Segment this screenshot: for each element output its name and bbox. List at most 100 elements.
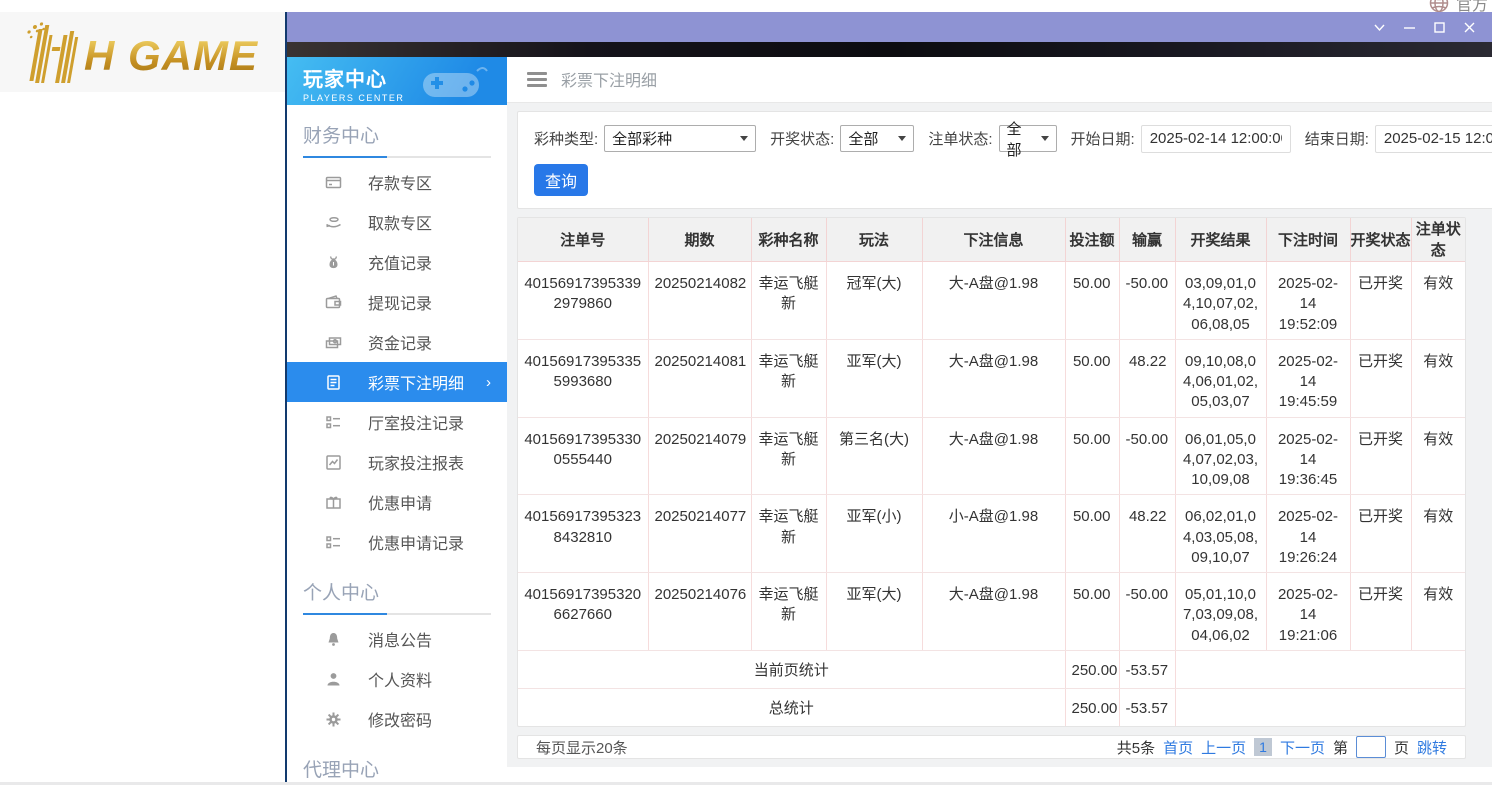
bet-status-select[interactable]: 全部 (999, 125, 1057, 152)
sidebar-item-label: 个人资料 (368, 667, 432, 691)
screen: H GAME 官方 (0, 0, 1492, 785)
sidebar-item-label: 资金记录 (368, 330, 432, 354)
summary-amount: 250.00 (1065, 650, 1119, 688)
banner-strip (287, 42, 1492, 57)
wallet-icon (325, 294, 342, 311)
sidebar-item-player-bet-report[interactable]: 玩家投注报表 (287, 442, 507, 482)
start-date-input[interactable] (1141, 125, 1291, 153)
bet-status-label: 注单状态: (928, 128, 992, 149)
moneybag-icon (325, 254, 342, 271)
draw-status-select[interactable]: 全部 (840, 125, 914, 152)
sidebar-item-notices[interactable]: 消息公告 (287, 619, 507, 659)
sidebar-header: 玩家中心 PLAYERS CENTER (287, 57, 507, 105)
cell-winloss: 48.22 (1119, 339, 1175, 417)
section-rule (303, 156, 491, 158)
chevron-down-icon (1041, 136, 1049, 141)
user-icon (325, 671, 342, 688)
end-date-input[interactable] (1375, 125, 1492, 153)
sidebar-item-label: 优惠申请 (368, 490, 432, 514)
lottery-type-label: 彩种类型: (534, 128, 598, 149)
cell-lottery: 幸运飞艇新 (751, 573, 826, 651)
document-icon (325, 374, 342, 391)
col-result: 开奖结果 (1175, 218, 1266, 262)
cell-period: 20250214082 (648, 262, 751, 340)
sidebar-item-promo-apply-records[interactable]: 优惠申请记录 (287, 522, 507, 562)
sidebar-item-label: 充值记录 (368, 250, 432, 274)
sidebar-section-personal: 个人中心 (287, 562, 507, 613)
filter-panel: 彩种类型: 全部彩种 开奖状态: 全部 注单状态: (517, 111, 1492, 209)
window-minimize-button[interactable] (1394, 16, 1424, 38)
page-suffix: 页 (1394, 737, 1409, 758)
content: 彩种类型: 全部彩种 开奖状态: 全部 注单状态: (507, 103, 1492, 767)
prev-page-link[interactable]: 上一页 (1201, 737, 1246, 758)
cell-amount: 50.00 (1065, 495, 1119, 573)
col-play: 玩法 (826, 218, 922, 262)
sidebar-item-withdraw-zone[interactable]: 取款专区 (287, 202, 507, 242)
sidebar-item-promo-apply[interactable]: 优惠申请 (287, 482, 507, 522)
sidebar-item-change-password[interactable]: 修改密码 (287, 699, 507, 739)
window-titlebar (287, 12, 1492, 42)
cell-time: 2025-02-14 19:21:06 (1266, 573, 1350, 651)
col-winloss: 输赢 (1119, 218, 1175, 262)
cell-draw-status: 已开奖 (1350, 573, 1411, 651)
banknotes-icon (325, 334, 342, 351)
sidebar-item-label: 提现记录 (368, 290, 432, 314)
table-row: 401569173953300555440 20250214079 幸运飞艇新 … (518, 417, 1465, 495)
sidebar-item-hall-bet-records[interactable]: 厅室投注记录 (287, 402, 507, 442)
window-maximize-button[interactable] (1424, 16, 1454, 38)
pagination-bar: 每页显示20条 共5条 首页 上一页 1 下一页 第 页 跳转 (517, 735, 1466, 759)
cell-winloss: 48.22 (1119, 495, 1175, 573)
sidebar-item-recharge-records[interactable]: 充值记录 (287, 242, 507, 282)
cell-period: 20250214081 (648, 339, 751, 417)
cell-amount: 50.00 (1065, 339, 1119, 417)
sidebar-item-lottery-bet-details[interactable]: 彩票下注明细 › (287, 362, 507, 402)
cell-result: 03,09,01,04,10,07,02,06,08,05 (1175, 262, 1266, 340)
first-page-link[interactable]: 首页 (1163, 737, 1193, 758)
cell-play: 亚军(大) (826, 339, 922, 417)
table-row: 401569173953206627660 20250214076 幸运飞艇新 … (518, 573, 1465, 651)
sidebar-item-deposit-zone[interactable]: 存款专区 (287, 162, 507, 202)
cell-bet-status: 有效 (1411, 495, 1465, 573)
cell-bet-info: 小-A盘@1.98 (922, 495, 1065, 573)
summary-empty (1175, 650, 1465, 688)
sidebar-section-finance: 财务中心 (287, 105, 507, 156)
window-close-button[interactable] (1454, 16, 1484, 38)
page-jump-input[interactable] (1356, 736, 1386, 758)
next-page-link[interactable]: 下一页 (1280, 737, 1325, 758)
cell-bet-status: 有效 (1411, 417, 1465, 495)
sidebar-item-profile[interactable]: 个人资料 (287, 659, 507, 699)
chevron-right-icon: › (486, 374, 491, 391)
logo-band: H GAME (0, 12, 285, 92)
query-button[interactable]: 查询 (534, 164, 588, 196)
list-icon (325, 534, 342, 551)
hamburger-menu-icon[interactable] (527, 72, 547, 87)
start-date-label: 开始日期: (1071, 128, 1135, 149)
draw-status-label: 开奖状态: (770, 128, 834, 149)
cell-amount: 50.00 (1065, 417, 1119, 495)
cell-amount: 50.00 (1065, 262, 1119, 340)
cell-winloss: -50.00 (1119, 573, 1175, 651)
summary-amount: 250.00 (1065, 688, 1119, 726)
gamepad-icon (415, 63, 493, 103)
jump-link[interactable]: 跳转 (1417, 737, 1447, 758)
summary-label: 总统计 (518, 688, 1065, 726)
window-dropdown-button[interactable] (1364, 16, 1394, 38)
total-count-text: 共5条 (1117, 737, 1155, 758)
col-draw-status: 开奖状态 (1350, 218, 1411, 262)
cell-lottery: 幸运飞艇新 (751, 495, 826, 573)
end-date-label: 结束日期: (1305, 128, 1369, 149)
table-row: 401569173953392979860 20250214082 幸运飞艇新 … (518, 262, 1465, 340)
cell-time: 2025-02-14 19:45:59 (1266, 339, 1350, 417)
table-header-row: 注单号 期数 彩种名称 玩法 下注信息 投注额 输赢 开奖结果 下注时间 开 (518, 218, 1465, 262)
cell-bet-info: 大-A盘@1.98 (922, 417, 1065, 495)
draw-status-value: 全部 (848, 128, 878, 149)
sidebar-item-label: 消息公告 (368, 627, 432, 651)
summary-empty (1175, 688, 1465, 726)
cell-result: 09,10,08,04,06,01,02,05,03,07 (1175, 339, 1266, 417)
sidebar-item-withdrawal-records[interactable]: 提现记录 (287, 282, 507, 322)
coupon-icon (325, 494, 342, 511)
sidebar-item-label: 厅室投注记录 (368, 410, 464, 434)
hh-game-logo: H GAME (10, 21, 258, 83)
lottery-type-select[interactable]: 全部彩种 (604, 125, 756, 152)
sidebar-item-funds-records[interactable]: 资金记录 (287, 322, 507, 362)
